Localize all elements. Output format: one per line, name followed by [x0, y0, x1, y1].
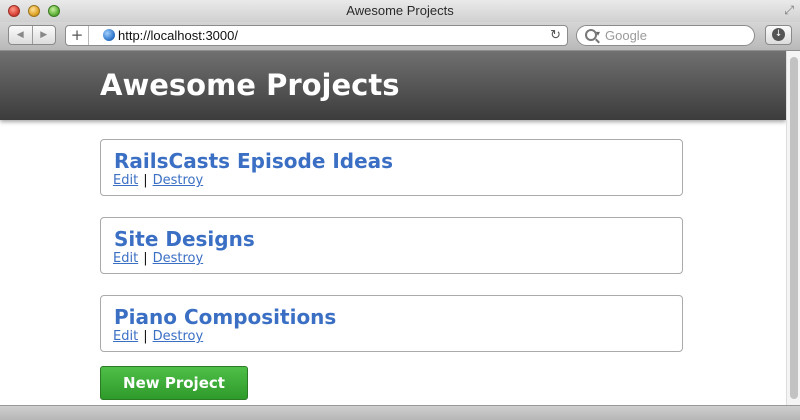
search-input[interactable]: [605, 27, 745, 44]
project-card: Site Designs Edit | Destroy: [100, 217, 683, 274]
search-menu-chevron-icon[interactable]: ▾: [596, 29, 600, 38]
window-title: Awesome Projects: [346, 3, 454, 18]
search-field[interactable]: ▾: [576, 25, 755, 46]
destroy-link[interactable]: Destroy: [153, 329, 204, 344]
project-name-link[interactable]: Site Designs: [114, 227, 255, 251]
edit-link[interactable]: Edit: [113, 173, 138, 188]
link-separator: |: [143, 173, 148, 188]
project-actions: Edit | Destroy: [113, 173, 203, 188]
project-name-link[interactable]: RailsCasts Episode Ideas: [114, 149, 393, 173]
destroy-link[interactable]: Destroy: [153, 173, 204, 188]
project-actions: Edit | Destroy: [113, 329, 203, 344]
forward-button[interactable]: ▶: [33, 26, 56, 44]
address-bar[interactable]: + http://localhost:3000/ ↻: [65, 25, 568, 46]
edit-link[interactable]: Edit: [113, 329, 138, 344]
edit-link[interactable]: Edit: [113, 251, 138, 266]
zoom-icon[interactable]: [48, 5, 60, 17]
status-bar: [0, 405, 800, 420]
globe-icon: [103, 29, 115, 41]
window-titlebar: Awesome Projects ⤢: [0, 0, 800, 22]
minimize-icon[interactable]: [28, 5, 40, 17]
project-actions: Edit | Destroy: [113, 251, 203, 266]
close-icon[interactable]: [8, 5, 20, 17]
project-card: Piano Compositions Edit | Destroy: [100, 295, 683, 352]
destroy-link[interactable]: Destroy: [153, 251, 204, 266]
scrollbar-thumb[interactable]: [790, 57, 798, 399]
link-separator: |: [143, 251, 148, 266]
back-button[interactable]: ◀: [9, 26, 33, 44]
link-separator: |: [143, 329, 148, 344]
project-card: RailsCasts Episode Ideas Edit | Destroy: [100, 139, 683, 196]
site-header: Awesome Projects: [0, 51, 786, 120]
add-bookmark-button[interactable]: +: [66, 26, 89, 45]
page-title: Awesome Projects: [100, 68, 400, 102]
vertical-scrollbar[interactable]: [786, 51, 800, 405]
new-project-button[interactable]: New Project: [100, 366, 248, 400]
fullscreen-icon[interactable]: ⤢: [784, 3, 794, 18]
url-text[interactable]: http://localhost:3000/: [118, 26, 238, 45]
page-viewport: Awesome Projects RailsCasts Episode Idea…: [0, 51, 786, 405]
back-forward-control: ◀ ▶: [8, 25, 56, 45]
project-name-link[interactable]: Piano Compositions: [114, 305, 336, 329]
downloads-icon: ↓: [772, 28, 785, 41]
downloads-button[interactable]: ↓: [765, 25, 792, 45]
reload-icon[interactable]: ↻: [550, 26, 561, 45]
browser-toolbar: ◀ ▶ + http://localhost:3000/ ↻ ▾ ↓: [0, 22, 800, 51]
